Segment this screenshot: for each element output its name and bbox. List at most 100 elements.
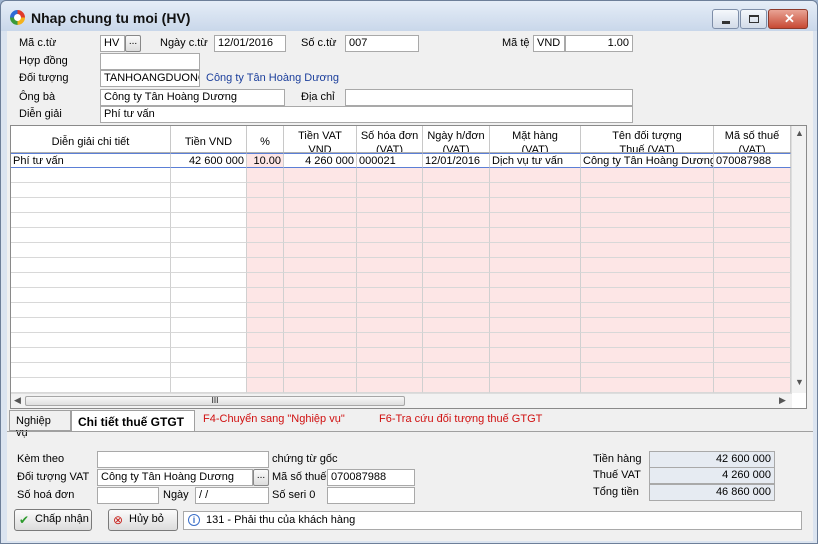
table-row[interactable]	[11, 303, 791, 318]
table-cell[interactable]	[171, 318, 247, 333]
table-cell[interactable]	[357, 228, 423, 243]
table-cell[interactable]	[11, 243, 171, 258]
scroll-thumb[interactable]: III	[25, 396, 405, 406]
table-cell[interactable]	[247, 303, 284, 318]
ma-ct-field[interactable]: HV	[100, 35, 125, 52]
table-cell[interactable]	[171, 303, 247, 318]
table-cell[interactable]	[247, 198, 284, 213]
table-cell[interactable]	[490, 213, 581, 228]
table-cell[interactable]	[423, 273, 490, 288]
table-cell[interactable]	[284, 288, 357, 303]
table-cell[interactable]	[284, 303, 357, 318]
table-row[interactable]	[11, 168, 791, 183]
table-cell[interactable]	[284, 168, 357, 183]
column-header[interactable]: Diễn giải chi tiết	[11, 126, 171, 152]
table-cell[interactable]: 42 600 000	[171, 153, 247, 168]
table-cell[interactable]	[714, 168, 791, 183]
table-cell[interactable]	[171, 183, 247, 198]
table-cell[interactable]	[423, 258, 490, 273]
table-cell[interactable]	[423, 363, 490, 378]
table-cell[interactable]	[11, 303, 171, 318]
table-cell[interactable]	[171, 228, 247, 243]
tab-chi-tiet-thue[interactable]: Chi tiết thuế GTGT	[71, 410, 195, 431]
table-cell[interactable]	[581, 333, 714, 348]
table-row[interactable]	[11, 258, 791, 273]
table-cell[interactable]	[247, 183, 284, 198]
table-cell[interactable]	[581, 378, 714, 393]
column-header[interactable]: Tiền VND	[171, 126, 247, 152]
table-cell[interactable]	[490, 198, 581, 213]
table-cell[interactable]	[581, 243, 714, 258]
cancel-button[interactable]: ⊗ Hủy bỏ	[108, 509, 178, 531]
table-cell[interactable]	[490, 348, 581, 363]
table-cell[interactable]	[284, 258, 357, 273]
table-cell[interactable]	[714, 198, 791, 213]
table-cell[interactable]	[284, 198, 357, 213]
scroll-down-icon[interactable]: ▼	[795, 377, 804, 387]
table-cell[interactable]	[423, 243, 490, 258]
scroll-up-icon[interactable]: ▲	[795, 128, 804, 138]
table-cell[interactable]	[581, 348, 714, 363]
column-header[interactable]: Tiền VAT VND	[284, 126, 357, 152]
table-row[interactable]: Phí tư vấn 42 600 000 10.00 4 260 000 000021…	[11, 153, 791, 168]
doi-tuong-field[interactable]: TANHOANGDUONG	[100, 70, 200, 87]
table-cell[interactable]	[714, 303, 791, 318]
table-cell[interactable]	[357, 348, 423, 363]
table-cell[interactable]	[357, 213, 423, 228]
dia-chi-field[interactable]	[345, 89, 633, 106]
table-row[interactable]	[11, 363, 791, 378]
table-cell[interactable]: 070087988	[714, 153, 791, 168]
table-cell[interactable]	[490, 273, 581, 288]
table-cell[interactable]	[284, 318, 357, 333]
table-cell[interactable]	[581, 303, 714, 318]
table-cell[interactable]	[284, 213, 357, 228]
table-cell[interactable]	[11, 348, 171, 363]
table-cell[interactable]	[423, 213, 490, 228]
table-cell[interactable]	[357, 288, 423, 303]
so-seri-field[interactable]	[327, 487, 415, 504]
table-cell[interactable]	[423, 198, 490, 213]
table-cell[interactable]	[423, 378, 490, 393]
table-row[interactable]	[11, 243, 791, 258]
table-row[interactable]	[11, 333, 791, 348]
table-cell[interactable]	[247, 318, 284, 333]
table-cell[interactable]	[714, 363, 791, 378]
table-cell[interactable]	[11, 168, 171, 183]
table-cell[interactable]	[171, 288, 247, 303]
table-cell[interactable]	[247, 363, 284, 378]
table-cell[interactable]	[247, 333, 284, 348]
table-cell[interactable]	[714, 258, 791, 273]
ngay-ct-field[interactable]: 12/01/2016	[214, 35, 286, 52]
table-cell[interactable]	[581, 363, 714, 378]
table-row[interactable]	[11, 183, 791, 198]
table-cell[interactable]	[490, 303, 581, 318]
scroll-left-icon[interactable]: ◀	[14, 395, 21, 406]
table-cell[interactable]	[490, 183, 581, 198]
table-cell[interactable]: Công ty Tân Hoàng Dương	[581, 153, 714, 168]
table-cell[interactable]	[247, 168, 284, 183]
table-cell[interactable]	[284, 228, 357, 243]
table-cell[interactable]	[357, 243, 423, 258]
table-cell[interactable]	[247, 273, 284, 288]
close-button[interactable]: ✕	[768, 9, 808, 29]
table-row[interactable]	[11, 288, 791, 303]
table-cell[interactable]	[581, 183, 714, 198]
table-cell[interactable]	[11, 273, 171, 288]
table-cell[interactable]	[171, 273, 247, 288]
table-cell[interactable]	[11, 378, 171, 393]
column-header[interactable]: Tên đối tượng Thuế (VAT)	[581, 126, 714, 152]
table-cell[interactable]	[247, 243, 284, 258]
tab-nghiep-vu[interactable]: Nghiệp vụ	[9, 410, 71, 439]
table-row[interactable]	[11, 378, 791, 393]
table-cell[interactable]	[714, 318, 791, 333]
so-hoa-don-field[interactable]	[97, 487, 159, 504]
table-cell[interactable]	[11, 318, 171, 333]
table-cell[interactable]	[581, 168, 714, 183]
column-header[interactable]: Số hóa đơn (VAT)	[357, 126, 423, 152]
vertical-scrollbar[interactable]: ▲ ▼	[791, 126, 806, 393]
ma-so-thue-field[interactable]: 070087988	[327, 469, 415, 486]
table-cell[interactable]	[171, 378, 247, 393]
table-cell[interactable]	[247, 288, 284, 303]
table-cell[interactable]	[171, 363, 247, 378]
table-cell[interactable]	[171, 198, 247, 213]
